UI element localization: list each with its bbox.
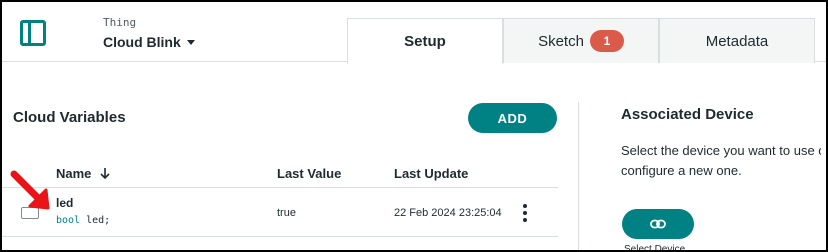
table-header-divider [2,187,558,188]
sketch-badge: 1 [589,30,624,52]
variable-last-update: 22 Feb 2024 23:25:04 [394,207,502,219]
associated-device-description: Select the device you want to use o conf… [621,141,821,181]
app-frame: Thing Cloud Blink Setup Sketch 1 Metadat… [0,0,828,252]
thing-name-dropdown[interactable]: Cloud Blink [103,34,195,50]
tab-setup[interactable]: Setup [347,18,503,64]
tab-sketch[interactable]: Sketch 1 [503,18,659,63]
sidebar-toggle-icon[interactable] [20,20,46,46]
thing-name: Cloud Blink [103,34,181,50]
tab-metadata-label: Metadata [705,32,769,50]
column-name-label: Name [56,166,92,181]
cloud-variables-title: Cloud Variables [13,109,126,126]
select-device-label: Select Device [624,244,686,252]
row-more-options-icon[interactable] [520,204,530,222]
red-annotation-arrow-icon [10,170,50,210]
thing-label: Thing [103,16,137,29]
variable-declaration: bool led; [56,215,110,226]
sort-down-arrow-icon [100,168,110,180]
column-last-update-header: Last Update [394,166,469,181]
variable-last-value: true [277,207,296,219]
table-row-divider [2,236,558,237]
panel-divider [578,102,579,250]
associated-device-title: Associated Device [621,106,754,123]
column-name-header[interactable]: Name [56,166,111,181]
add-variable-button[interactable]: ADD [468,103,557,133]
select-device-button[interactable] [622,209,694,239]
tab-metadata[interactable]: Metadata [659,18,815,63]
column-last-value-header: Last Value [277,166,342,181]
link-icon [650,219,666,229]
variable-declaration-rest: led; [80,215,111,226]
description-line-1: Select the device you want to use o [621,143,821,158]
description-line-2: configure a new one. [621,163,742,178]
caret-down-icon [186,39,195,45]
tab-setup-label: Setup [404,33,446,50]
thing-header: Thing Cloud Blink Setup Sketch 1 Metadat… [2,2,826,64]
tab-sketch-label: Sketch [538,32,584,50]
